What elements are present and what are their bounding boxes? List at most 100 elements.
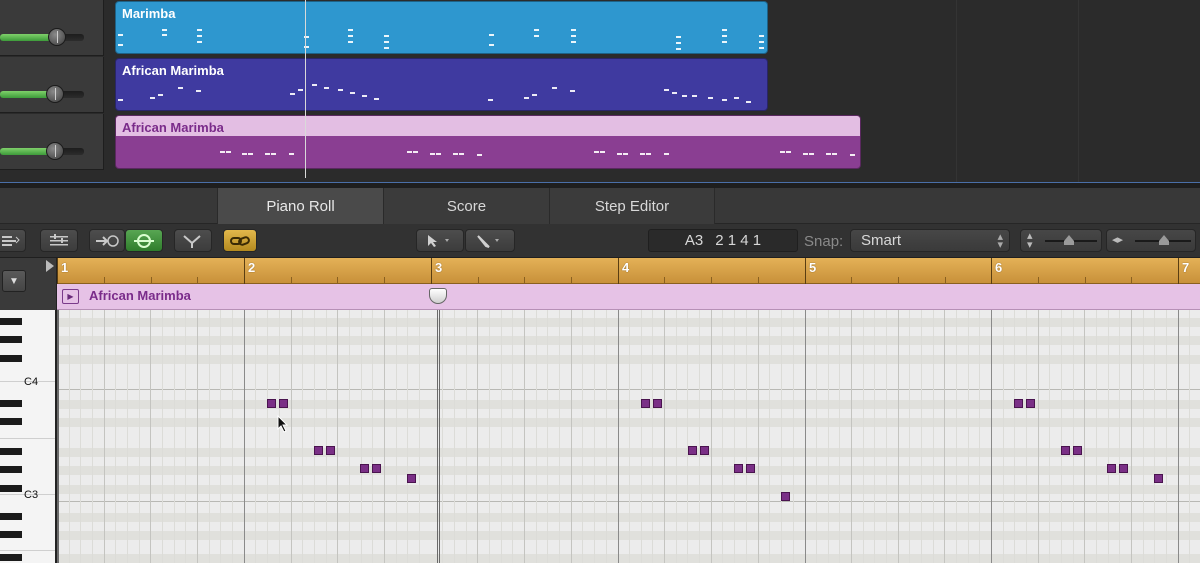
region-african-marimba-2[interactable]: African Marimba (115, 115, 861, 169)
tab-piano-roll[interactable]: Piano Roll (217, 188, 383, 224)
grid-subdivision (150, 310, 151, 563)
time-readout: 2 1 4 1 (715, 232, 762, 249)
grid-subdivision (1108, 310, 1109, 563)
pencil-tool-button[interactable] (465, 229, 515, 252)
black-key[interactable] (0, 418, 22, 425)
midi-note[interactable] (734, 464, 743, 473)
grid-subdivision (1014, 310, 1015, 563)
vertical-zoom-thumb[interactable] (1064, 235, 1074, 245)
horizontal-zoom-thumb[interactable] (1159, 235, 1169, 245)
midi-filter-button[interactable] (174, 229, 212, 252)
link-button[interactable] (223, 229, 257, 252)
grid-line (1078, 0, 1079, 182)
grid-subdivision (1154, 310, 1155, 563)
list-icon (50, 233, 68, 245)
midi-note[interactable] (700, 446, 709, 455)
black-key[interactable] (0, 355, 22, 362)
fader-knob[interactable] (46, 85, 64, 103)
grid-line (956, 0, 957, 182)
grid-subdivision (361, 310, 362, 563)
grid-subdivision (769, 310, 770, 563)
grid-subdivision (863, 310, 864, 563)
midi-note[interactable] (326, 446, 335, 455)
grid-subdivision (1166, 310, 1167, 563)
midi-note[interactable] (1107, 464, 1116, 473)
region-african-marimba-1[interactable]: African Marimba (115, 58, 768, 111)
updown-chevron-icon: ▴ ▾ (997, 231, 1003, 251)
midi-note[interactable] (372, 464, 381, 473)
chevron-down-icon: ▼ (9, 275, 19, 287)
black-key[interactable] (0, 400, 22, 407)
black-key[interactable] (0, 513, 22, 520)
midi-note[interactable] (1073, 446, 1082, 455)
grid-subdivision (851, 310, 852, 563)
midi-note[interactable] (1061, 446, 1070, 455)
midi-note[interactable] (407, 474, 416, 483)
grid-subdivision (979, 310, 980, 563)
track-header-2[interactable] (0, 57, 104, 113)
snap-select[interactable]: Smart ▴ ▾ (850, 229, 1010, 252)
volume-fader[interactable] (0, 28, 84, 46)
menu-icon (2, 235, 20, 246)
pointer-tool-button[interactable] (416, 229, 464, 252)
editor-tabbar: Piano Roll Score Step Editor (0, 188, 1200, 224)
midi-note[interactable] (1154, 474, 1163, 483)
piano-roll-grid[interactable] (57, 310, 1200, 563)
midi-note[interactable] (314, 446, 323, 455)
black-key[interactable] (0, 336, 22, 343)
midi-note[interactable] (746, 464, 755, 473)
black-key[interactable] (0, 318, 22, 325)
midi-note[interactable] (279, 399, 288, 408)
black-key[interactable] (0, 554, 22, 561)
grid-subdivision (1061, 310, 1062, 563)
volume-fader[interactable] (0, 142, 84, 160)
region-marimba[interactable]: Marimba (115, 1, 768, 54)
midi-note[interactable] (641, 399, 650, 408)
bar-ruler[interactable]: 1 2 3 4 5 6 7 (57, 258, 1200, 284)
bar-number: 3 (435, 260, 443, 275)
horizontal-zoom[interactable]: ◂▸ (1106, 229, 1196, 252)
grid-subdivision (314, 310, 315, 563)
piano-keyboard[interactable]: C4 C3 (0, 310, 57, 563)
region-header-strip[interactable]: ▶ African Marimba (57, 284, 1200, 310)
grid-subdivision (279, 310, 280, 563)
grid-subdivision (758, 310, 759, 563)
vertical-zoom[interactable]: ▴ ▾ (1020, 229, 1102, 252)
midi-note[interactable] (653, 399, 662, 408)
midi-note[interactable] (267, 399, 276, 408)
collapse-button[interactable]: ▼ (2, 270, 26, 292)
midi-note[interactable] (688, 446, 697, 455)
midi-in-button[interactable] (89, 229, 125, 252)
black-key[interactable] (0, 531, 22, 538)
tab-score[interactable]: Score (383, 188, 549, 224)
track-header-3[interactable] (0, 114, 104, 170)
grid-subdivision (396, 310, 397, 563)
fader-knob[interactable] (46, 142, 64, 160)
snap-label: Snap: (804, 233, 844, 250)
black-key[interactable] (0, 485, 22, 492)
snap-value: Smart (861, 232, 902, 249)
black-key[interactable] (0, 448, 22, 455)
fader-knob[interactable] (48, 28, 66, 46)
midi-note[interactable] (781, 492, 790, 501)
inspector-button[interactable] (40, 229, 78, 252)
midi-note[interactable] (1014, 399, 1023, 408)
volume-fader[interactable] (0, 85, 84, 103)
black-key[interactable] (0, 466, 22, 473)
grid-subdivision (232, 310, 233, 563)
local-menu-button[interactable] (0, 229, 26, 252)
grid-subdivision (874, 310, 875, 563)
midi-note[interactable] (1119, 464, 1128, 473)
bar-number: 1 (61, 260, 69, 275)
play-icon[interactable]: ▶ (62, 289, 79, 304)
tab-step-editor[interactable]: Step Editor (549, 188, 715, 224)
region-name: African Marimba (122, 63, 224, 78)
catch-playhead-button[interactable] (125, 229, 163, 252)
playhead[interactable] (437, 310, 440, 563)
filter-icon (183, 234, 201, 248)
grid-subdivision (1049, 310, 1050, 563)
track-header-1[interactable] (0, 0, 104, 56)
midi-note[interactable] (1026, 399, 1035, 408)
grid-subdivision (1119, 310, 1120, 563)
midi-note[interactable] (360, 464, 369, 473)
